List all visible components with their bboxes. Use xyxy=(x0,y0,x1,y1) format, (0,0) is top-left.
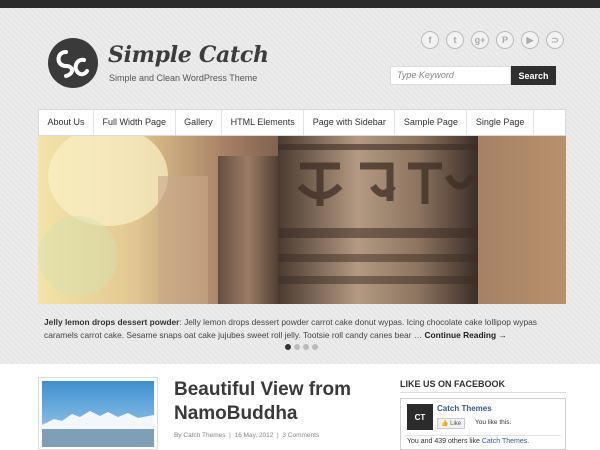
facebook-icon[interactable]: f xyxy=(421,31,439,49)
post-author[interactable]: By Catch Themes xyxy=(174,432,226,439)
facebook-like-box: CT Catch Themes 👍 Like You like this. Yo… xyxy=(400,398,566,450)
post-thumbnail[interactable] xyxy=(38,377,158,450)
nav-item-html-elements[interactable]: HTML Elements xyxy=(222,110,305,135)
googleplus-icon[interactable]: g+ xyxy=(471,31,489,49)
nav-item-page-with-sidebar[interactable]: Page with Sidebar xyxy=(304,110,396,135)
divider xyxy=(400,392,566,393)
slide-dot-3[interactable] xyxy=(303,344,309,350)
facebook-page-link[interactable]: Catch Themes. xyxy=(482,438,529,445)
main-nav: About Us Full Width Page Gallery HTML El… xyxy=(38,109,566,136)
slider-pagination xyxy=(285,344,318,350)
nav-item-sample-page[interactable]: Sample Page xyxy=(395,110,468,135)
facebook-like-button[interactable]: 👍 Like xyxy=(437,418,466,429)
site-title[interactable]: Simple Catch xyxy=(108,42,269,68)
you-like-text: You like this. xyxy=(475,419,512,426)
nav-item-gallery[interactable]: Gallery xyxy=(176,110,223,135)
facebook-like-count: You and 439 others like Catch Themes. xyxy=(407,438,529,445)
continue-reading-link[interactable]: Continue Reading → xyxy=(424,330,506,340)
top-bar xyxy=(0,0,600,8)
nav-item-single-page[interactable]: Single Page xyxy=(467,110,534,135)
slide-dot-1[interactable] xyxy=(285,344,291,350)
post-meta: By Catch Themes | 16 May, 2012 | 3 Comme… xyxy=(174,432,319,439)
post-title[interactable]: Beautiful View from NamoBuddha xyxy=(174,378,374,426)
meta-separator: | xyxy=(229,432,231,439)
slide-dot-2[interactable] xyxy=(294,344,300,350)
youtube-icon[interactable]: ▶ xyxy=(521,31,539,49)
slider-caption: Jelly lemon drops dessert powder: Jelly … xyxy=(44,316,560,342)
site-tagline: Simple and Clean WordPress Theme xyxy=(109,73,258,83)
pinterest-icon[interactable]: P xyxy=(496,31,514,49)
nav-item-full-width-page[interactable]: Full Width Page xyxy=(94,110,176,135)
facebook-widget-heading: LIKE US ON FACEBOOK xyxy=(400,379,506,389)
divider xyxy=(405,435,561,436)
featured-slider-image[interactable] xyxy=(38,136,566,304)
prayer-wheel-photo xyxy=(38,136,566,304)
meta-separator: | xyxy=(277,432,279,439)
post-date[interactable]: 16 May, 2012 xyxy=(235,432,274,439)
search-input[interactable]: Type Keyword xyxy=(390,66,511,85)
slide-dot-4[interactable] xyxy=(312,344,318,350)
social-links: f t g+ P ▶ ⊃ xyxy=(421,31,564,49)
site-logo[interactable] xyxy=(48,38,98,88)
like-count-text: You and 439 others like xyxy=(407,438,482,445)
nav-item-about-us[interactable]: About Us xyxy=(39,110,95,135)
facebook-page-name[interactable]: Catch Themes xyxy=(437,404,492,413)
post-comments[interactable]: 3 Comments xyxy=(282,432,319,439)
search-button[interactable]: Search xyxy=(511,66,556,85)
caption-title[interactable]: Jelly lemon drops dessert powder xyxy=(44,317,179,327)
rss-icon[interactable]: ⊃ xyxy=(546,31,564,49)
logo-icon xyxy=(56,50,89,78)
twitter-icon[interactable]: t xyxy=(446,31,464,49)
catch-themes-logo[interactable]: CT xyxy=(407,404,433,430)
mountain-photo xyxy=(42,381,154,447)
